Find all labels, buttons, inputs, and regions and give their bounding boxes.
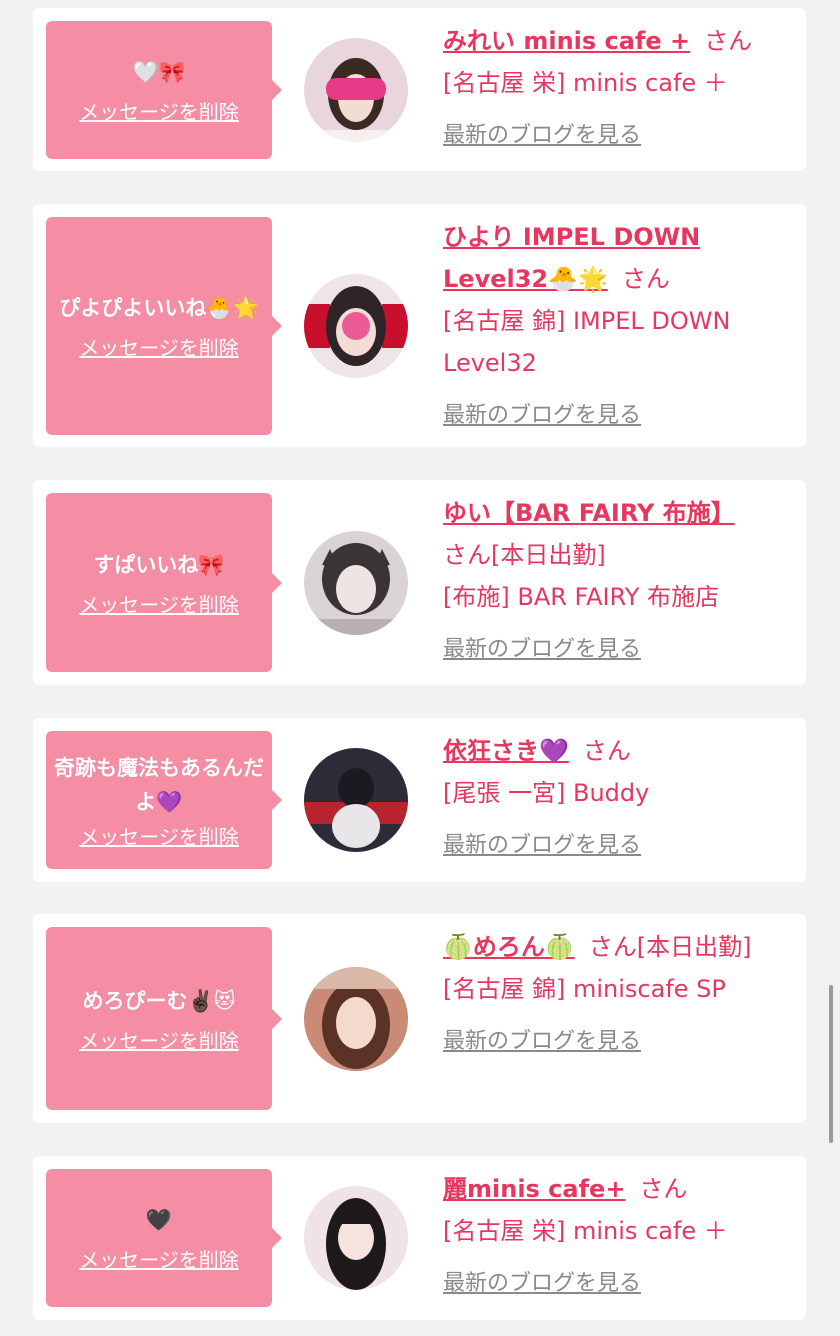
shop-name: [布施] BAR FAIRY 布施店 <box>443 583 720 611</box>
girl-name-link[interactable]: みれい minis cafe + <box>443 27 690 55</box>
message-bubble: すぱいいね🎀 メッセージを削除 <box>46 493 282 672</box>
avatar[interactable] <box>304 38 408 142</box>
delete-message-link[interactable]: メッセージを削除 <box>79 589 239 618</box>
girl-info: ひより IMPEL DOWN Level32🐣🌟 さん [名古屋 錦] IMPEL… <box>443 216 788 436</box>
girl-name-line: みれい minis cafe + さん <box>443 20 788 62</box>
favorite-card: 奇跡も魔法もあるんだよ💜 メッセージを削除 依狂さき💜 さん [尾張 一宮] Bu… <box>33 718 806 882</box>
delete-message-link[interactable]: メッセージを削除 <box>79 332 239 361</box>
favorite-card: ぴよぴよいいね🐣🌟 メッセージを削除 ひより IMPEL DOWN Level3… <box>33 204 806 447</box>
girl-name-link[interactable]: 🍈めろん🍈 <box>443 933 575 961</box>
message-bubble: 🤍🎀 メッセージを削除 <box>46 21 282 159</box>
honorific: さん[本日出勤] <box>588 933 752 961</box>
girl-info: 🍈めろん🍈 さん[本日出勤] [名古屋 錦] miniscafe SP 最新のブロ… <box>443 926 788 1062</box>
girl-name-link[interactable]: ゆい【BAR FAIRY 布施】 <box>443 499 735 527</box>
honorific: さん <box>582 737 631 765</box>
girl-info: 依狂さき💜 さん [尾張 一宮] Buddy 最新のブログを見る <box>443 730 788 866</box>
girl-name-link[interactable]: 依狂さき💜 <box>443 737 569 765</box>
delete-message-link[interactable]: メッセージを削除 <box>79 821 239 850</box>
message-text: ぴよぴよいいね🐣🌟 <box>59 296 259 320</box>
message-text: 🖤 <box>145 1208 173 1232</box>
shop-name: [名古屋 栄] minis cafe ＋ <box>443 1217 728 1245</box>
honorific: さん <box>639 1175 688 1203</box>
scrollbar[interactable] <box>829 985 833 1143</box>
shop-name: [名古屋 錦] IMPEL DOWN Level32 <box>443 307 731 377</box>
delete-message-link[interactable]: メッセージを削除 <box>79 96 239 125</box>
girl-name-line: 🍈めろん🍈 さん[本日出勤] <box>443 926 788 968</box>
girl-name-line: 麗minis cafe+ さん <box>443 1168 788 1210</box>
latest-blog-link[interactable]: 最新のブログを見る <box>443 1264 641 1304</box>
latest-blog-link[interactable]: 最新のブログを見る <box>443 116 641 156</box>
avatar[interactable] <box>304 531 408 635</box>
girl-name-link[interactable]: 麗minis cafe+ <box>443 1175 625 1203</box>
avatar[interactable] <box>304 967 408 1071</box>
girl-name-line: 依狂さき💜 さん <box>443 730 788 772</box>
latest-blog-link[interactable]: 最新のブログを見る <box>443 630 641 670</box>
honorific: さん <box>704 27 753 55</box>
latest-blog-link[interactable]: 最新のブログを見る <box>443 1022 641 1062</box>
honorific: さん[本日出勤] <box>443 541 606 569</box>
message-text: すぱいいね🎀 <box>93 552 225 577</box>
latest-blog-link[interactable]: 最新のブログを見る <box>443 396 641 436</box>
message-bubble: めろぴーむ✌🏿😻 メッセージを削除 <box>46 927 282 1110</box>
girl-info: 麗minis cafe+ さん [名古屋 栄] minis cafe ＋ 最新のブ… <box>443 1168 788 1304</box>
message-bubble: 奇跡も魔法もあるんだよ💜 メッセージを削除 <box>46 731 282 869</box>
girl-info: ゆい【BAR FAIRY 布施】 さん[本日出勤] [布施] BAR FAIRY… <box>443 492 788 670</box>
shop-name: [名古屋 錦] miniscafe SP <box>443 975 726 1003</box>
honorific: さん <box>621 265 670 293</box>
avatar[interactable] <box>304 274 408 378</box>
favorite-card: 🖤 メッセージを削除 麗minis cafe+ さん [名古屋 栄] minis … <box>33 1156 806 1320</box>
shop-name: [名古屋 栄] minis cafe ＋ <box>443 69 728 97</box>
avatar[interactable] <box>304 1186 408 1290</box>
girl-info: みれい minis cafe + さん [名古屋 栄] minis cafe ＋ … <box>443 20 788 156</box>
favorite-card: めろぴーむ✌🏿😻 メッセージを削除 🍈めろん🍈 さん[本日出勤] [名古屋 錦] … <box>33 914 806 1123</box>
favorite-card: すぱいいね🎀 メッセージを削除 ゆい【BAR FAIRY 布施】 さん[本日出勤… <box>33 480 806 685</box>
message-bubble: 🖤 メッセージを削除 <box>46 1169 282 1307</box>
avatar[interactable] <box>304 748 408 852</box>
delete-message-link[interactable]: メッセージを削除 <box>79 1025 239 1054</box>
latest-blog-link[interactable]: 最新のブログを見る <box>443 826 641 866</box>
delete-message-link[interactable]: メッセージを削除 <box>79 1244 239 1273</box>
message-text: めろぴーむ✌🏿😻 <box>82 988 236 1013</box>
favorite-card: 🤍🎀 メッセージを削除 みれい minis cafe + さん [名古屋 栄] m… <box>33 8 806 171</box>
girl-name-line: ゆい【BAR FAIRY 布施】 <box>443 492 788 534</box>
girl-name-line: ひより IMPEL DOWN Level32🐣🌟 さん <box>443 216 788 300</box>
message-text: 奇跡も魔法もあるんだよ💜 <box>54 755 264 814</box>
message-bubble: ぴよぴよいいね🐣🌟 メッセージを削除 <box>46 217 282 435</box>
shop-name: [尾張 一宮] Buddy <box>443 779 650 807</box>
message-text: 🤍🎀 <box>132 60 186 84</box>
